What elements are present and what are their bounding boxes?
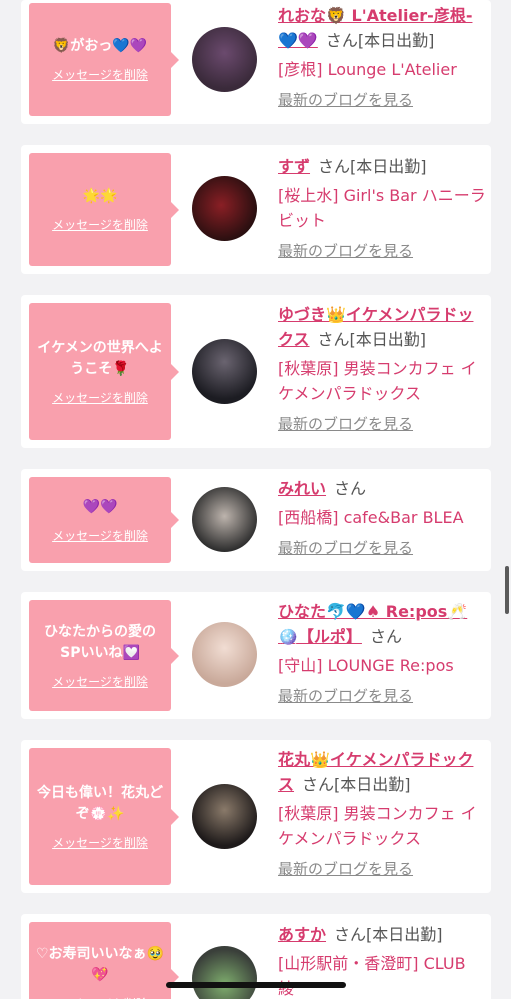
cast-name-link[interactable]: みれい — [278, 479, 326, 498]
name-line: ひなた🐬💙♠ Re:pos🥂🪩【ルポ】 さん — [278, 599, 486, 649]
message-text: ひなたからの愛のSPいいね💟 — [44, 623, 156, 661]
shop-name: [桜上水] Girl's Bar ハニーラビット — [278, 186, 486, 230]
delete-message-link[interactable]: メッセージを削除 — [52, 390, 148, 406]
message-bubble: 🦁がおっ💙💜 メッセージを削除 — [29, 3, 179, 116]
delete-message-link[interactable]: メッセージを削除 — [52, 67, 148, 83]
message-bubble: ひなたからの愛のSPいいね💟 メッセージを削除 — [29, 600, 179, 711]
message-text: イケメンの世界へようこそ🌹 — [37, 339, 163, 377]
profile-info: れおな🦁 L'Atelier-彦根-💙💜 さん[本日出勤] [彦根] Lounge… — [278, 3, 486, 110]
name-line: みれい さん — [278, 476, 486, 501]
profile-info: みれい さん [西船橋] cafe&Bar BLEA 最新のブログを見る — [278, 476, 486, 558]
message-text: 🦁がおっ💙💜 — [52, 38, 148, 54]
delete-message-link[interactable]: メッセージを削除 — [52, 217, 148, 233]
shop-name: [彦根] Lounge L'Atelier — [278, 60, 457, 79]
message-text: ♡お寿司いいなぁ🥹💖 — [36, 946, 164, 983]
message-card: 🦁がおっ💙💜 メッセージを削除 れおな🦁 L'Atelier-彦根-💙💜 さん[本… — [21, 0, 491, 124]
latest-blog-link[interactable]: 最新のブログを見る — [278, 90, 486, 110]
profile-info: すず さん[本日出勤] [桜上水] Girl's Bar ハニーラビット 最新のブ… — [278, 154, 486, 261]
honorific: さん — [369, 627, 402, 646]
shop-name: [秋葉原] 男装コンカフェ イケメンパラドックス — [278, 359, 477, 403]
message-bubble: 💜💜 メッセージを削除 — [29, 477, 179, 563]
name-line: 花丸👑イケメンパラドックス さん[本日出勤] — [278, 747, 486, 797]
delete-message-link[interactable]: メッセージを削除 — [52, 528, 148, 544]
honorific: さん — [334, 925, 367, 944]
shop-name: [西船橋] cafe&Bar BLEA — [278, 508, 464, 527]
name-line: すず さん[本日出勤] — [278, 154, 486, 179]
attendance-status: [本日出勤] — [366, 925, 443, 944]
shop-name: [山形駅前・香澄町] CLUB 綾 — [278, 954, 466, 998]
attendance-status: [本日出勤] — [357, 31, 435, 50]
latest-blog-link[interactable]: 最新のブログを見る — [278, 414, 486, 434]
honorific: さん — [317, 330, 350, 349]
attendance-status: [本日出勤] — [350, 157, 427, 176]
honorific: さん — [334, 479, 367, 498]
honorific: さん — [318, 157, 351, 176]
message-bubble: 今日も偉い！花丸どぞ💮✨ メッセージを削除 — [29, 748, 179, 885]
message-bubble: 🌟🌟 メッセージを削除 — [29, 153, 179, 266]
message-text: 今日も偉い！花丸どぞ💮✨ — [37, 784, 163, 822]
latest-blog-link[interactable]: 最新のブログを見る — [278, 686, 486, 706]
cast-name-link[interactable]: あすか — [278, 925, 326, 944]
name-line: ゆづき👑イケメンパラドックス さん[本日出勤] — [278, 302, 486, 352]
message-text: 🌟🌟 — [82, 188, 118, 204]
home-indicator[interactable] — [166, 982, 346, 988]
name-line: れおな🦁 L'Atelier-彦根-💙💜 さん[本日出勤] — [278, 3, 486, 53]
profile-info: ゆづき👑イケメンパラドックス さん[本日出勤] [秋葉原] 男装コンカフェ イケメ… — [278, 302, 486, 434]
name-line: あすか さん[本日出勤] — [278, 922, 486, 947]
avatar[interactable] — [192, 176, 257, 241]
attendance-status: [本日出勤] — [349, 330, 427, 349]
avatar[interactable] — [192, 27, 257, 92]
message-card: 🌟🌟 メッセージを削除 すず さん[本日出勤] [桜上水] Girl's Bar … — [21, 145, 491, 274]
message-bubble: ♡お寿司いいなぁ🥹💖 メッセージを削除 — [29, 922, 179, 999]
message-card: 💜💜 メッセージを削除 みれい さん [西船橋] cafe&Bar BLEA 最新… — [21, 469, 491, 571]
message-card: イケメンの世界へようこそ🌹 メッセージを削除 ゆづき👑イケメンパラドックス さん[… — [21, 295, 491, 448]
message-bubble: イケメンの世界へようこそ🌹 メッセージを削除 — [29, 303, 179, 440]
avatar[interactable] — [192, 622, 257, 687]
avatar[interactable] — [192, 784, 257, 849]
attendance-status: [本日出勤] — [334, 775, 411, 794]
avatar[interactable] — [192, 946, 257, 999]
message-card: 今日も偉い！花丸どぞ💮✨ メッセージを削除 花丸👑イケメンパラドックス さん[本日… — [21, 740, 491, 893]
latest-blog-link[interactable]: 最新のブログを見る — [278, 859, 486, 879]
delete-message-link[interactable]: メッセージを削除 — [52, 674, 148, 690]
profile-info: 花丸👑イケメンパラドックス さん[本日出勤] [秋葉原] 男装コンカフェ イケメン… — [278, 747, 486, 879]
avatar[interactable] — [192, 339, 257, 404]
latest-blog-link[interactable]: 最新のブログを見る — [278, 538, 486, 558]
profile-info: ひなた🐬💙♠ Re:pos🥂🪩【ルポ】 さん [守山] LOUNGE Re:pos… — [278, 599, 486, 706]
scrollbar-thumb[interactable] — [505, 566, 509, 614]
delete-message-link[interactable]: メッセージを削除 — [52, 835, 148, 851]
shop-name: [守山] LOUNGE Re:pos — [278, 656, 454, 675]
latest-blog-link[interactable]: 最新のブログを見る — [278, 241, 486, 261]
avatar[interactable] — [192, 487, 257, 552]
message-card: ひなたからの愛のSPいいね💟 メッセージを削除 ひなた🐬💙♠ Re:pos🥂🪩【… — [21, 592, 491, 719]
honorific: さん — [325, 31, 358, 50]
cast-name-link[interactable]: すず — [278, 157, 310, 176]
honorific: さん — [302, 775, 335, 794]
shop-name: [秋葉原] 男装コンカフェ イケメンパラドックス — [278, 804, 477, 848]
message-text: 💜💜 — [82, 498, 118, 515]
